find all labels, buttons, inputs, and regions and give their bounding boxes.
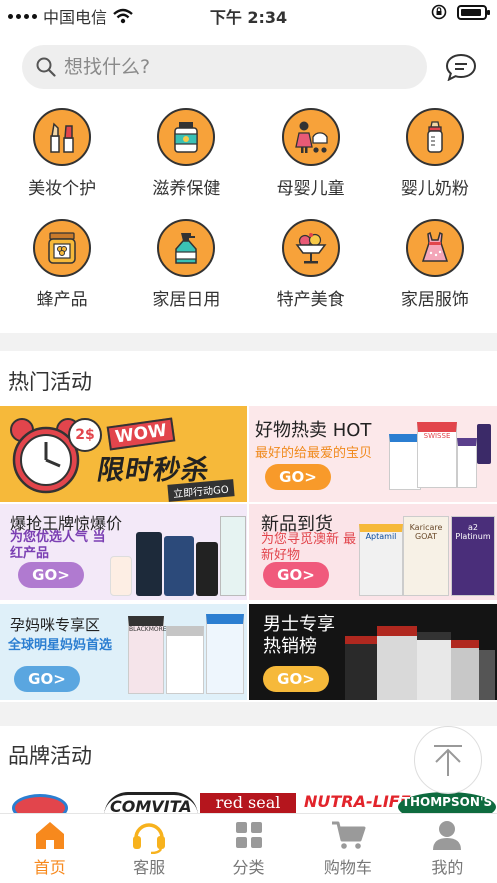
- search-input[interactable]: [64, 56, 364, 78]
- cart-icon: [331, 821, 366, 849]
- home-page: 中国电信 下午 2:34 想找什么? 美妆个护 滋养保健 母婴儿童 婴儿奶粉 蜂…: [0, 0, 497, 883]
- wow-label: WOW: [106, 417, 176, 451]
- tab-home[interactable]: 首页: [0, 814, 99, 883]
- back-to-top-button[interactable]: [414, 726, 482, 794]
- category-mother-baby[interactable]: 母婴儿童: [249, 108, 373, 199]
- search-bar[interactable]: [22, 45, 427, 89]
- section-divider: [0, 702, 497, 726]
- product-label: Aptamil: [359, 524, 403, 596]
- baby-bottle-icon: [405, 108, 464, 166]
- section-divider: [0, 333, 497, 351]
- product-label: a2 Platinum: [451, 516, 495, 596]
- mother-baby-icon: [281, 108, 340, 166]
- rotation-lock-icon: [431, 4, 447, 20]
- category-label: 母婴儿童: [276, 179, 345, 199]
- category-honey[interactable]: 蜂产品: [0, 219, 124, 310]
- mens-tile[interactable]: 男士专享 热销榜 GO>: [249, 604, 497, 700]
- brand-logo[interactable]: NUTRA-LIFE: [304, 792, 411, 811]
- category-household[interactable]: 家居日用: [124, 219, 248, 310]
- tile-title: 孕妈咪专享区: [10, 616, 101, 634]
- tile-subtitle: 为您优选人气 当红产品: [10, 530, 106, 561]
- category-label: 婴儿奶粉: [400, 179, 469, 199]
- flash-sale-banner[interactable]: 2$ WOW 限时秒杀 立即行动GO: [0, 406, 247, 502]
- go-button[interactable]: GO>: [18, 562, 84, 588]
- product-image: SWISSE: [389, 416, 493, 494]
- activity-grid: 2$ WOW 限时秒杀 立即行动GO 好物热卖 HOT 最好的给最爱的宝贝 GO…: [0, 406, 497, 702]
- go-button[interactable]: GO>: [263, 666, 329, 692]
- tile-subtitle: 全球明星妈妈首选: [8, 638, 113, 653]
- tab-label: 我的: [431, 858, 464, 877]
- tile-title: 男士专享 热销榜: [263, 614, 335, 657]
- battery-icon: [457, 4, 490, 20]
- tab-cart[interactable]: 购物车: [298, 814, 397, 883]
- category-grid: 美妆个护 滋养保健 母婴儿童 婴儿奶粉 蜂产品 家居日用 特产美食 家居服饰: [0, 108, 497, 310]
- arrow-up-icon: [434, 745, 462, 776]
- go-button[interactable]: GO>: [263, 562, 329, 588]
- brand-activities-title: 品牌活动: [8, 744, 92, 768]
- product-image: BLACKMORES: [128, 612, 246, 698]
- new-arrivals-tile[interactable]: 新品到货 为您寻觅澳新 最新好物 GO> Aptamil Karicare GO…: [249, 504, 497, 600]
- tile-subtitle: 最好的给最爱的宝贝: [255, 446, 373, 461]
- category-label: 蜂产品: [36, 290, 88, 310]
- hot-deals-tile[interactable]: 爆抢王牌惊爆价 为您优选人气 当红产品 GO>: [0, 504, 247, 600]
- category-baby-formula[interactable]: 婴儿奶粉: [373, 108, 497, 199]
- brand-strip: COMVITA red seal NUTRA-LIFE THOMPSON'S: [0, 790, 497, 814]
- product-image: Aptamil Karicare GOAT a2 Platinum: [359, 510, 497, 600]
- makeup-icon: [33, 108, 92, 166]
- tab-categories[interactable]: 分类: [199, 814, 298, 883]
- search-icon: [36, 57, 56, 77]
- tab-label: 购物车: [323, 858, 372, 877]
- category-label: 家居日用: [152, 290, 221, 310]
- price-badge: 2$: [68, 418, 102, 452]
- category-home-apparel[interactable]: 家居服饰: [373, 219, 497, 310]
- brand-logo[interactable]: red seal: [200, 793, 296, 814]
- tab-profile[interactable]: 我的: [398, 814, 497, 883]
- product-label: SWISSE: [417, 422, 457, 488]
- brand-logo-first[interactable]: [12, 794, 68, 814]
- tile-title: 好物热卖 HOT: [255, 420, 372, 441]
- tab-label: 首页: [33, 858, 66, 877]
- maternity-tile[interactable]: 孕妈咪专享区 全球明星妈妈首选 GO> BLACKMORES: [0, 604, 247, 700]
- status-bar: 中国电信 下午 2:34: [0, 0, 497, 30]
- category-specialty-food[interactable]: 特产美食: [249, 219, 373, 310]
- tab-bar: 首页 客服 分类 购物车 我的: [0, 813, 497, 883]
- go-button[interactable]: GO>: [265, 464, 331, 490]
- tab-customer-service[interactable]: 客服: [99, 814, 198, 883]
- supplement-bottle-icon: [157, 108, 216, 166]
- message-icon[interactable]: [445, 53, 477, 81]
- category-label: 特产美食: [276, 290, 345, 310]
- user-icon: [433, 821, 462, 850]
- grid-icon: [235, 822, 262, 848]
- home-icon: [35, 822, 64, 849]
- go-button[interactable]: GO>: [14, 666, 80, 692]
- honey-jar-icon: [33, 219, 92, 277]
- flash-sale-title: 限时秒杀: [94, 455, 213, 486]
- hot-activities-title: 热门活动: [8, 370, 92, 394]
- brand-logo[interactable]: THOMPSON'S: [398, 792, 496, 814]
- status-time: 下午 2:34: [209, 8, 288, 27]
- tile-subtitle: 为您寻觅澳新 最新好物: [261, 532, 357, 563]
- ice-cream-icon: [281, 219, 340, 277]
- brand-logo[interactable]: COMVITA: [104, 792, 198, 814]
- category-label: 家居服饰: [400, 290, 469, 310]
- tab-label: 分类: [232, 858, 265, 877]
- category-makeup[interactable]: 美妆个护: [0, 108, 124, 199]
- category-label: 滋养保健: [152, 179, 221, 199]
- category-supplement[interactable]: 滋养保健: [124, 108, 248, 199]
- category-label: 美妆个护: [28, 179, 97, 199]
- dress-icon: [405, 219, 464, 277]
- tab-label: 客服: [133, 858, 166, 877]
- product-image: [110, 512, 246, 598]
- product-label: Karicare GOAT: [403, 516, 449, 596]
- headset-icon: [133, 823, 166, 854]
- household-bottle-icon: [157, 219, 216, 277]
- product-label: BLACKMORES: [128, 616, 170, 694]
- hot-items-tile[interactable]: 好物热卖 HOT 最好的给最爱的宝贝 GO> SWISSE: [249, 406, 497, 502]
- product-image: [345, 620, 495, 700]
